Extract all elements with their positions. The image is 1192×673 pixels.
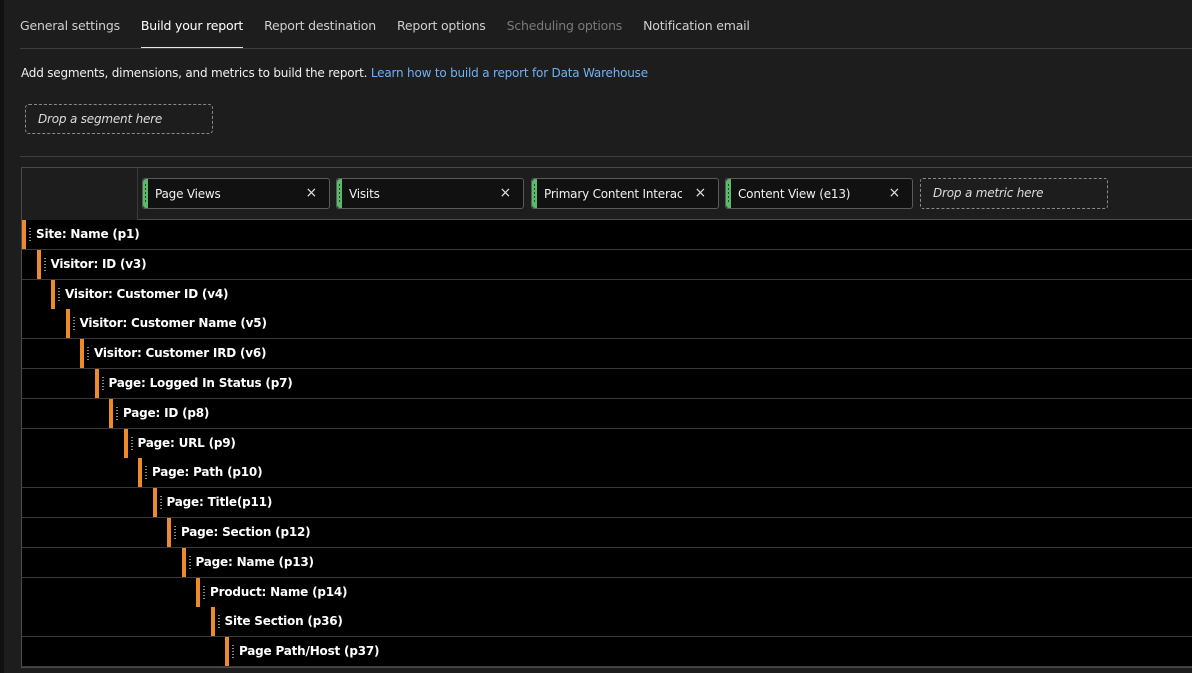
dimension-row: Visitor: Customer IRD (v6)	[22, 339, 1192, 370]
table-corner	[22, 168, 138, 220]
dimension-accent-bar	[181, 547, 186, 577]
metric-label: Visits	[349, 187, 380, 201]
metric-header-row: Page Views × Visits × Primary Content In…	[138, 168, 1192, 220]
dimension-accent-bar	[22, 220, 26, 249]
drag-handle-icon[interactable]	[145, 466, 147, 480]
dimension-accent-bar	[123, 428, 128, 458]
dimension-row: Product: Name (p14)	[22, 577, 1192, 608]
dimension-row: Page: Section (p12)	[22, 518, 1192, 548]
drag-handle[interactable]	[532, 179, 537, 208]
drag-handle[interactable]	[337, 179, 342, 208]
close-icon[interactable]: ×	[305, 185, 317, 201]
drag-handle[interactable]	[143, 179, 148, 208]
dimension-label: Page: ID (p8)	[123, 405, 210, 420]
metric-chip-content-view[interactable]: Content View (e13) ×	[725, 178, 913, 209]
drag-handle-icon[interactable]	[159, 496, 162, 510]
dimension-row: Site Section (p36)	[22, 607, 1192, 638]
dimension-accent-bar	[36, 249, 41, 279]
tab-divider	[20, 48, 1192, 49]
drag-handle-icon[interactable]	[116, 406, 118, 420]
dimension-row: Page: URL (p9)	[22, 428, 1192, 459]
dimension-row: Site: Name (p1)	[22, 220, 1192, 250]
dimension-accent-bar	[65, 309, 70, 339]
segment-drop-zone[interactable]: Drop a segment here	[25, 104, 213, 134]
drag-handle-icon[interactable]	[101, 377, 104, 390]
dimension-row: Page Path/Host (p37)	[22, 637, 1192, 668]
close-icon[interactable]: ×	[499, 185, 511, 201]
tab-report-options[interactable]: Report options	[397, 0, 486, 48]
metric-chip-primary-content[interactable]: Primary Content Interact... ×	[531, 178, 719, 209]
close-icon[interactable]: ×	[888, 185, 900, 201]
close-icon[interactable]: ×	[694, 185, 706, 201]
tab-scheduling-options: Scheduling options	[506, 18, 623, 33]
dimension-label: Site: Name (p1)	[36, 227, 140, 241]
dimension-label: Page: Name (p13)	[195, 554, 314, 569]
dimension-row: Page: Logged In Status (p7)	[22, 369, 1192, 399]
metric-drop-zone[interactable]: Drop a metric here	[920, 178, 1108, 209]
dimension-row: Page: Name (p13)	[22, 547, 1192, 578]
metric-label: Page Views	[155, 187, 221, 201]
dimension-accent-bar	[51, 279, 55, 309]
dimension-label: Visitor: Customer IRD (v6)	[94, 346, 267, 361]
dimension-row: Visitor: Customer Name (v5)	[22, 309, 1192, 340]
dimension-label: Page: URL (p9)	[137, 435, 236, 450]
dimension-label: Page Path/Host (p37)	[239, 644, 380, 659]
dimension-label: Product: Name (p14)	[210, 584, 348, 599]
tab-report-destination[interactable]: Report destination	[264, 0, 376, 48]
dimension-label: Visitor: Customer Name (v5)	[79, 316, 267, 331]
dimension-label: Page: Section (p12)	[181, 525, 311, 539]
drag-handle-icon[interactable]	[29, 228, 31, 241]
dimension-label: Page: Path (p10)	[152, 465, 263, 480]
tab-notification-email[interactable]: Notification email	[643, 0, 750, 48]
drag-handle-icon[interactable]	[130, 436, 133, 450]
report-builder-table: Page Views × Visits × Primary Content In…	[21, 167, 1192, 668]
dimension-accent-bar	[80, 339, 84, 369]
metric-label: Primary Content Interact...	[544, 187, 682, 201]
drag-handle-icon[interactable]	[188, 555, 191, 569]
metric-label: Content View (e13)	[738, 187, 851, 201]
dimension-row: Visitor: ID (v3)	[22, 249, 1192, 280]
dimension-label: Visitor: ID (v3)	[50, 256, 147, 271]
instructions-text: Add segments, dimensions, and metrics to…	[21, 66, 368, 80]
dimension-label: Page: Title(p11)	[166, 495, 273, 510]
dimension-label: Visitor: Customer ID (v4)	[65, 286, 229, 301]
dimension-accent-bar	[225, 637, 229, 667]
dimension-accent-bar	[94, 369, 99, 398]
dimension-row: Page: ID (p8)	[22, 398, 1192, 429]
dimension-accent-bar	[210, 607, 215, 637]
help-link[interactable]: Learn how to build a report for Data War…	[371, 66, 648, 80]
drag-handle-icon[interactable]	[43, 257, 46, 271]
dimension-accent-bar	[109, 398, 113, 428]
instructions: Add segments, dimensions, and metrics to…	[21, 66, 648, 80]
drag-handle-icon[interactable]	[58, 287, 60, 301]
dimension-accent-bar	[138, 458, 142, 488]
dimension-label: Page: Logged In Status (p7)	[108, 376, 293, 390]
dimension-label: Site Section (p36)	[224, 614, 343, 629]
tab-build-your-report[interactable]: Build your report	[140, 0, 244, 49]
window-edge	[0, 0, 4, 673]
dimension-row: Page: Title(p11)	[22, 488, 1192, 519]
dimension-accent-bar	[167, 518, 171, 547]
dimension-row: Page: Path (p10)	[22, 458, 1192, 489]
dimension-row: Visitor: Customer ID (v4)	[22, 279, 1192, 310]
metric-chip-visits[interactable]: Visits ×	[336, 178, 524, 209]
drag-handle-icon[interactable]	[174, 526, 176, 539]
tab-general-settings[interactable]: General settings	[20, 0, 120, 48]
drag-handle-icon[interactable]	[72, 317, 75, 331]
tab-bar: General settings Build your report Repor…	[20, 0, 1192, 49]
drag-handle[interactable]	[726, 179, 731, 208]
drag-handle-icon[interactable]	[87, 347, 89, 361]
drag-handle-icon[interactable]	[203, 585, 205, 599]
section-divider	[20, 156, 1192, 157]
metric-chip-page-views[interactable]: Page Views ×	[142, 178, 330, 209]
drag-handle-icon[interactable]	[232, 645, 234, 659]
dimension-accent-bar	[196, 577, 200, 607]
drag-handle-icon[interactable]	[217, 615, 220, 629]
dimension-accent-bar	[152, 488, 157, 518]
